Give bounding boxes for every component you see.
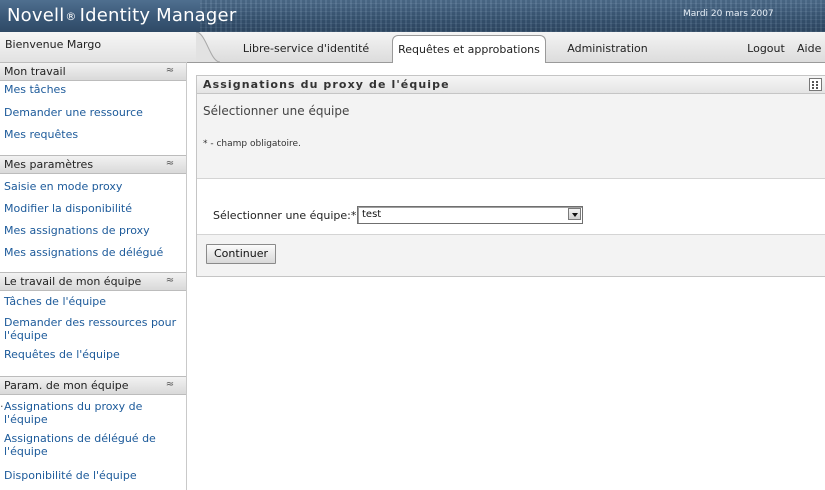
section-title: Mes paramètres (4, 158, 94, 171)
sidebar-item-taches-equipe[interactable]: Tâches de l'équipe (4, 295, 182, 308)
section-param-equipe[interactable]: Param. de mon équipe ≈ (0, 376, 186, 395)
current-item-bullet: · (0, 400, 4, 413)
collapse-icon[interactable]: ≈ (163, 64, 177, 78)
sidebar-item-modifier-disponibilite[interactable]: Modifier la disponibilité (4, 202, 182, 215)
tab-requetes-approbations[interactable]: Requêtes et approbations (392, 35, 546, 63)
logout-link[interactable]: Logout (745, 35, 787, 62)
app-logo: Novell® Identity Manager (7, 5, 236, 26)
section-title: Mon travail (4, 65, 66, 78)
page-title: Assignations du proxy de l'équipe (203, 78, 450, 91)
sidebar-item-label: Assignations du proxy de l'équipe (4, 400, 143, 426)
sidebar-item-mes-assignations-delegue[interactable]: Mes assignations de délégué (4, 246, 182, 259)
sidebar-item-requetes-equipe[interactable]: Requêtes de l'équipe (4, 348, 182, 361)
section-title: Param. de mon équipe (4, 379, 129, 392)
section-heading: Sélectionner une équipe (203, 104, 350, 118)
collapse-icon[interactable]: ≈ (163, 274, 177, 288)
sidebar-item-mes-assignations-proxy[interactable]: Mes assignations de proxy (4, 224, 182, 237)
chevron-down-icon[interactable] (568, 208, 581, 220)
panel-title-bar: Assignations du proxy de l'équipe (197, 76, 825, 94)
tabbar-curve (196, 32, 220, 62)
collapse-icon[interactable]: ≈ (163, 378, 177, 392)
main-tab-bar: Bienvenue Margo Libre-service d'identité… (0, 32, 825, 63)
sidebar-item-saisie-proxy[interactable]: Saisie en mode proxy (4, 180, 182, 193)
team-select-label: Sélectionner une équipe:* (213, 209, 357, 222)
sidebar: Mon travail ≈ Mes tâches Demander une re… (0, 62, 187, 490)
welcome-area: Bienvenue Margo (0, 32, 196, 62)
sidebar-item-demander-ressource[interactable]: Demander une ressource (4, 106, 182, 119)
tab-libre-service[interactable]: Libre-service d'identité (230, 35, 382, 62)
app-header: Novell® Identity Manager Mardi 20 mars 20… (0, 0, 825, 32)
continue-button[interactable]: Continuer (206, 244, 276, 264)
collapse-icon[interactable]: ≈ (163, 157, 177, 171)
section-travail-equipe[interactable]: Le travail de mon équipe ≈ (0, 272, 186, 291)
section-title: Le travail de mon équipe (4, 275, 142, 288)
sidebar-item-disponibilite-equipe[interactable]: Disponibilité de l'équipe (4, 469, 182, 482)
sidebar-item-demander-ressources-equipe[interactable]: Demander des ressources pour l'équipe (4, 316, 182, 342)
sidebar-item-assignations-delegue-equipe[interactable]: Assignations de délégué de l'équipe (4, 432, 182, 458)
brand-product: Identity Manager (79, 5, 237, 26)
sidebar-item-mes-taches[interactable]: Mes tâches (4, 83, 182, 96)
team-select-value: test (362, 209, 382, 220)
team-select[interactable]: test (357, 206, 583, 224)
registered-mark: ® (65, 10, 77, 23)
section-mes-parametres[interactable]: Mes paramètres ≈ (0, 155, 186, 174)
welcome-text: Bienvenue Margo (5, 38, 102, 51)
proxy-assignments-panel: Assignations du proxy de l'équipe Sélect… (196, 75, 825, 277)
panel-menu-icon[interactable] (809, 78, 822, 91)
required-field-note: * - champ obligatoire. (203, 139, 301, 149)
form-actions: Continuer (197, 234, 825, 276)
sidebar-item-assignations-proxy-equipe[interactable]: · Assignations du proxy de l'équipe (0, 400, 182, 426)
sidebar-item-mes-requetes[interactable]: Mes requêtes (4, 128, 182, 141)
help-link[interactable]: Aide (797, 35, 825, 62)
section-mon-travail[interactable]: Mon travail ≈ (0, 62, 186, 81)
tab-administration[interactable]: Administration (555, 35, 660, 62)
current-date: Mardi 20 mars 2007 (683, 9, 774, 19)
intro-section: Sélectionner une équipe * - champ obliga… (197, 94, 825, 179)
brand-name: Novell (7, 5, 65, 26)
